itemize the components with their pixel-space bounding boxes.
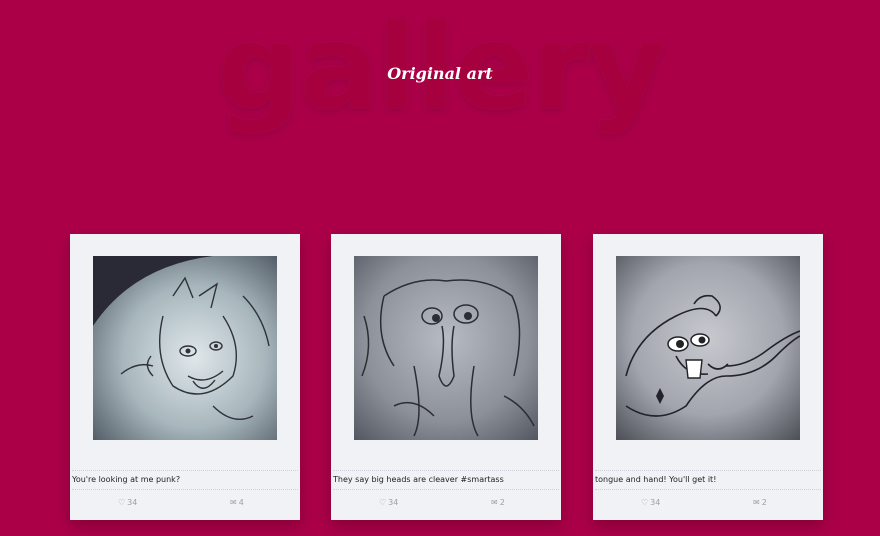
comment-count: 2	[761, 498, 767, 507]
like-button[interactable]: ♡ 34	[641, 496, 660, 510]
artwork-image[interactable]	[616, 256, 800, 440]
like-button[interactable]: ♡ 34	[379, 496, 398, 510]
artwork-image[interactable]	[93, 256, 277, 440]
heart-icon: ♡	[118, 498, 126, 507]
like-count: 34	[650, 498, 661, 507]
gallery-card[interactable]: tongue and hand! You'll get it! ♡ 34 ✉ 2	[593, 234, 823, 520]
like-button[interactable]: ♡ 34	[118, 496, 137, 510]
comment-button[interactable]: ✉ 2	[491, 496, 505, 510]
artwork-image[interactable]	[354, 256, 538, 440]
artwork-image-1	[93, 256, 277, 440]
card-stats: ♡ 34 ✉ 2	[331, 496, 561, 510]
comment-count: 4	[238, 498, 244, 507]
comment-button[interactable]: ✉ 4	[230, 496, 244, 510]
hero: gallery Original art	[0, 0, 880, 200]
comment-count: 2	[499, 498, 505, 507]
comment-icon: ✉	[230, 498, 237, 507]
card-stats: ♡ 34 ✉ 4	[70, 496, 300, 510]
card-caption: They say big heads are cleaver #smartass	[333, 470, 559, 490]
comment-icon: ✉	[753, 498, 760, 507]
card-stats: ♡ 34 ✉ 2	[593, 496, 823, 510]
comment-icon: ✉	[491, 498, 498, 507]
artwork-image-3	[616, 256, 800, 440]
comment-button[interactable]: ✉ 2	[753, 496, 767, 510]
card-caption: tongue and hand! You'll get it!	[595, 470, 821, 490]
page-subtitle: Original art	[387, 64, 493, 83]
gallery-card[interactable]: You're looking at me punk? ♡ 34 ✉ 4	[70, 234, 300, 520]
card-caption: You're looking at me punk?	[72, 470, 298, 490]
artwork-image-2	[354, 256, 538, 440]
like-count: 34	[388, 498, 399, 507]
gallery-card[interactable]: They say big heads are cleaver #smartass…	[331, 234, 561, 520]
heart-icon: ♡	[379, 498, 387, 507]
like-count: 34	[127, 498, 138, 507]
heart-icon: ♡	[641, 498, 649, 507]
